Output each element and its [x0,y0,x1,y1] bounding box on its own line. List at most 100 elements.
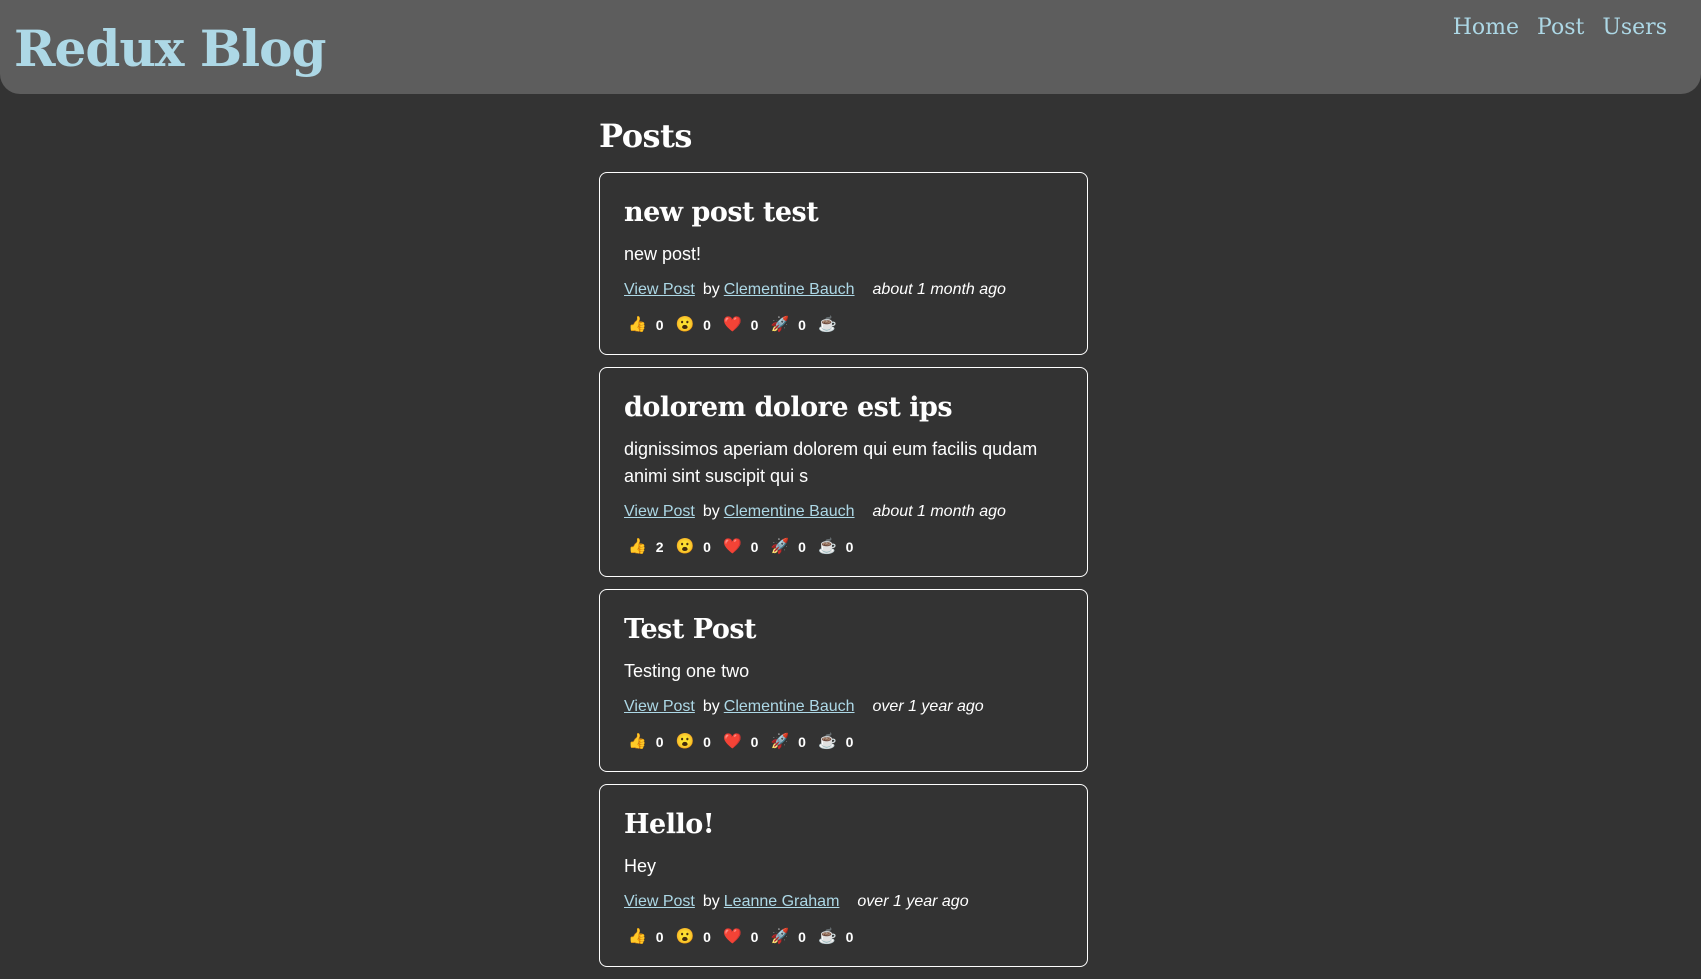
view-post-link[interactable]: View Post [624,278,695,302]
nav-link-home[interactable]: Home [1453,12,1519,44]
main-nav: Home Post Users [1453,12,1667,44]
view-post-link[interactable]: View Post [624,890,695,914]
reaction-count: 0 [703,734,711,750]
thumbs-up-reaction-button[interactable]: 👍 2 [624,538,663,556]
reaction-buttons: 👍 0 😮 0 ❤️ 0 🚀 0 ☕ 0 [624,928,1063,946]
thumbs-up-icon: 👍 [628,538,647,555]
author-link[interactable]: Clementine Bauch [724,500,855,524]
author-link[interactable]: Clementine Bauch [724,278,855,302]
reaction-count: 0 [703,929,711,945]
coffee-icon: ☕ [817,538,837,555]
wow-reaction-button[interactable]: 😮 0 [671,538,710,556]
post-excerpt: dignissimos aperiam dolorem qui eum faci… [624,439,1038,486]
thumbs-up-reaction-button[interactable]: 👍 0 [624,928,663,946]
reaction-count: 0 [703,539,711,555]
post-card: dolorem dolore est ips dignissimos aperi… [599,367,1088,577]
coffee-reaction-button[interactable]: ☕ 0 [814,733,853,751]
view-post-link[interactable]: View Post [624,695,695,719]
post-title: Test Post [624,614,757,645]
coffee-reaction-button[interactable]: ☕ 0 [814,538,853,556]
post-title: new post test [624,197,819,228]
post-meta: View Post by Clementine Bauch about 1 mo… [624,500,1063,524]
site-title: Redux Blog [14,19,326,78]
coffee-icon: ☕ [817,733,837,750]
thumbs-up-reaction-button[interactable]: 👍 0 [624,316,663,334]
wow-icon: 😮 [675,733,695,750]
reaction-count: 0 [703,317,711,333]
rocket-icon: 🚀 [770,733,790,750]
wow-reaction-button[interactable]: 😮 0 [671,733,710,751]
thumbs-up-icon: 👍 [628,316,647,333]
heart-icon: ❤️ [722,733,742,750]
post-excerpt: new post! [624,244,702,264]
by-label: by [702,503,720,520]
coffee-icon: ☕ [817,928,837,945]
post-timestamp: about 1 month ago [872,503,1006,520]
wow-icon: 😮 [675,538,695,555]
heart-reaction-button[interactable]: ❤️ 0 [719,733,758,751]
heart-reaction-button[interactable]: ❤️ 0 [719,538,758,556]
reaction-buttons: 👍 0 😮 0 ❤️ 0 🚀 0 ☕ [624,316,1063,334]
wow-reaction-button[interactable]: 😮 0 [671,928,710,946]
rocket-reaction-button[interactable]: 🚀 0 [766,733,805,751]
thumbs-up-reaction-button[interactable]: 👍 0 [624,733,663,751]
nav-link-users[interactable]: Users [1602,12,1667,44]
by-label: by [702,281,720,298]
reaction-count: 0 [798,539,806,555]
reaction-count: 0 [750,734,759,750]
reaction-count: 0 [798,929,806,945]
reaction-count: 0 [845,929,854,945]
author-link[interactable]: Leanne Graham [724,890,840,914]
by-label: by [702,893,720,910]
wow-icon: 😮 [675,928,695,945]
heart-reaction-button[interactable]: ❤️ 0 [719,316,758,334]
nav-link-post[interactable]: Post [1537,12,1584,44]
reaction-count: 0 [750,539,759,555]
page-title: Posts [599,117,692,155]
rocket-icon: 🚀 [770,538,790,555]
reaction-buttons: 👍 2 😮 0 ❤️ 0 🚀 0 ☕ 0 [624,538,1063,556]
wow-icon: 😮 [675,316,695,333]
post-title: dolorem dolore est ips [624,392,953,423]
rocket-reaction-button[interactable]: 🚀 0 [766,538,805,556]
coffee-reaction-button[interactable]: ☕ [814,316,846,334]
reaction-count: 2 [655,539,664,555]
reaction-count: 0 [845,734,854,750]
post-timestamp: over 1 year ago [872,698,984,715]
heart-icon: ❤️ [722,928,742,945]
reaction-count: 0 [655,317,664,333]
reaction-buttons: 👍 0 😮 0 ❤️ 0 🚀 0 ☕ 0 [624,733,1063,751]
posts-list: Posts new post test new post! View Post … [599,112,1088,979]
post-meta: View Post by Leanne Graham over 1 year a… [624,890,1063,914]
heart-icon: ❤️ [722,316,742,333]
post-card: new post test new post! View Post by Cle… [599,172,1088,355]
post-timestamp: over 1 year ago [857,893,969,910]
reaction-count: 0 [750,317,759,333]
rocket-reaction-button[interactable]: 🚀 0 [766,928,805,946]
reaction-count: 0 [655,929,664,945]
post-timestamp: about 1 month ago [872,281,1006,298]
wow-reaction-button[interactable]: 😮 0 [671,316,710,334]
reaction-count: 0 [798,734,806,750]
post-card: Hello! Hey View Post by Leanne Graham ov… [599,784,1088,967]
reaction-count: 0 [845,539,854,555]
post-meta: View Post by Clementine Bauch over 1 yea… [624,695,1063,719]
thumbs-up-icon: 👍 [628,733,647,750]
post-excerpt: Hey [624,856,657,876]
thumbs-up-icon: 👍 [628,928,647,945]
coffee-icon: ☕ [817,316,837,333]
coffee-reaction-button[interactable]: ☕ 0 [814,928,853,946]
reaction-count: 0 [655,734,664,750]
rocket-reaction-button[interactable]: 🚀 0 [766,316,805,334]
heart-reaction-button[interactable]: ❤️ 0 [719,928,758,946]
rocket-icon: 🚀 [770,928,790,945]
rocket-icon: 🚀 [770,316,790,333]
post-card: Test Post Testing one two View Post by C… [599,589,1088,772]
site-header: Redux Blog Home Post Users [0,0,1701,94]
view-post-link[interactable]: View Post [624,500,695,524]
post-excerpt: Testing one two [624,661,750,681]
heart-icon: ❤️ [722,538,742,555]
reaction-count: 0 [750,929,759,945]
by-label: by [702,698,720,715]
author-link[interactable]: Clementine Bauch [724,695,855,719]
